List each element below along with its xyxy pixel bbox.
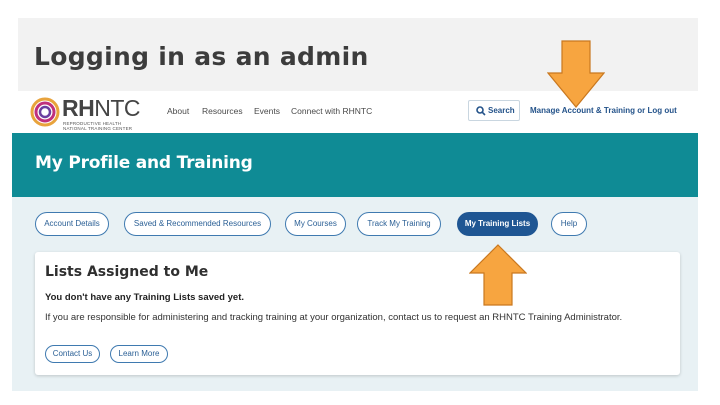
tab-account-details[interactable]: Account Details [35,212,109,236]
tab-my-courses[interactable]: My Courses [285,212,346,236]
tab-help[interactable]: Help [551,212,587,236]
card-title: Lists Assigned to Me [45,264,209,280]
profile-title: My Profile and Training [35,153,253,173]
logo-tagline-2: NATIONAL TRAINING CENTER [63,126,133,131]
profile-content: Account Details Saved & Recommended Reso… [12,197,698,391]
search-icon [476,106,486,116]
lists-assigned-card: Lists Assigned to Me You don't have any … [35,252,680,375]
search-label: Search [488,106,515,115]
profile-hero: My Profile and Training [12,133,698,197]
contact-us-button[interactable]: Contact Us [45,345,100,363]
tab-track-my-training[interactable]: Track My Training [357,212,441,236]
nav-events[interactable]: Events [254,106,280,116]
slide-title: Logging in as an admin [34,42,369,71]
search-button[interactable]: Search [468,100,520,121]
down-arrow-icon [547,40,605,108]
rhntc-logo[interactable]: RHNTC REPRODUCTIVE HEALTH NATIONAL TRAIN… [30,95,160,131]
website-screenshot: RHNTC REPRODUCTIVE HEALTH NATIONAL TRAIN… [12,91,698,391]
up-arrow-icon [469,244,527,306]
tab-saved-resources[interactable]: Saved & Recommended Resources [124,212,271,236]
tab-my-training-lists[interactable]: My Training Lists [457,212,538,236]
learn-more-button[interactable]: Learn More [110,345,168,363]
nav-connect[interactable]: Connect with RHNTC [291,106,372,116]
logo-wordmark: RHNTC [62,95,141,121]
card-body-text: If you are responsible for administering… [45,312,623,323]
nav-about[interactable]: About [167,106,189,116]
empty-state-message: You don't have any Training Lists saved … [45,292,244,303]
logo-circles-icon [30,97,60,127]
nav-resources[interactable]: Resources [202,106,243,116]
